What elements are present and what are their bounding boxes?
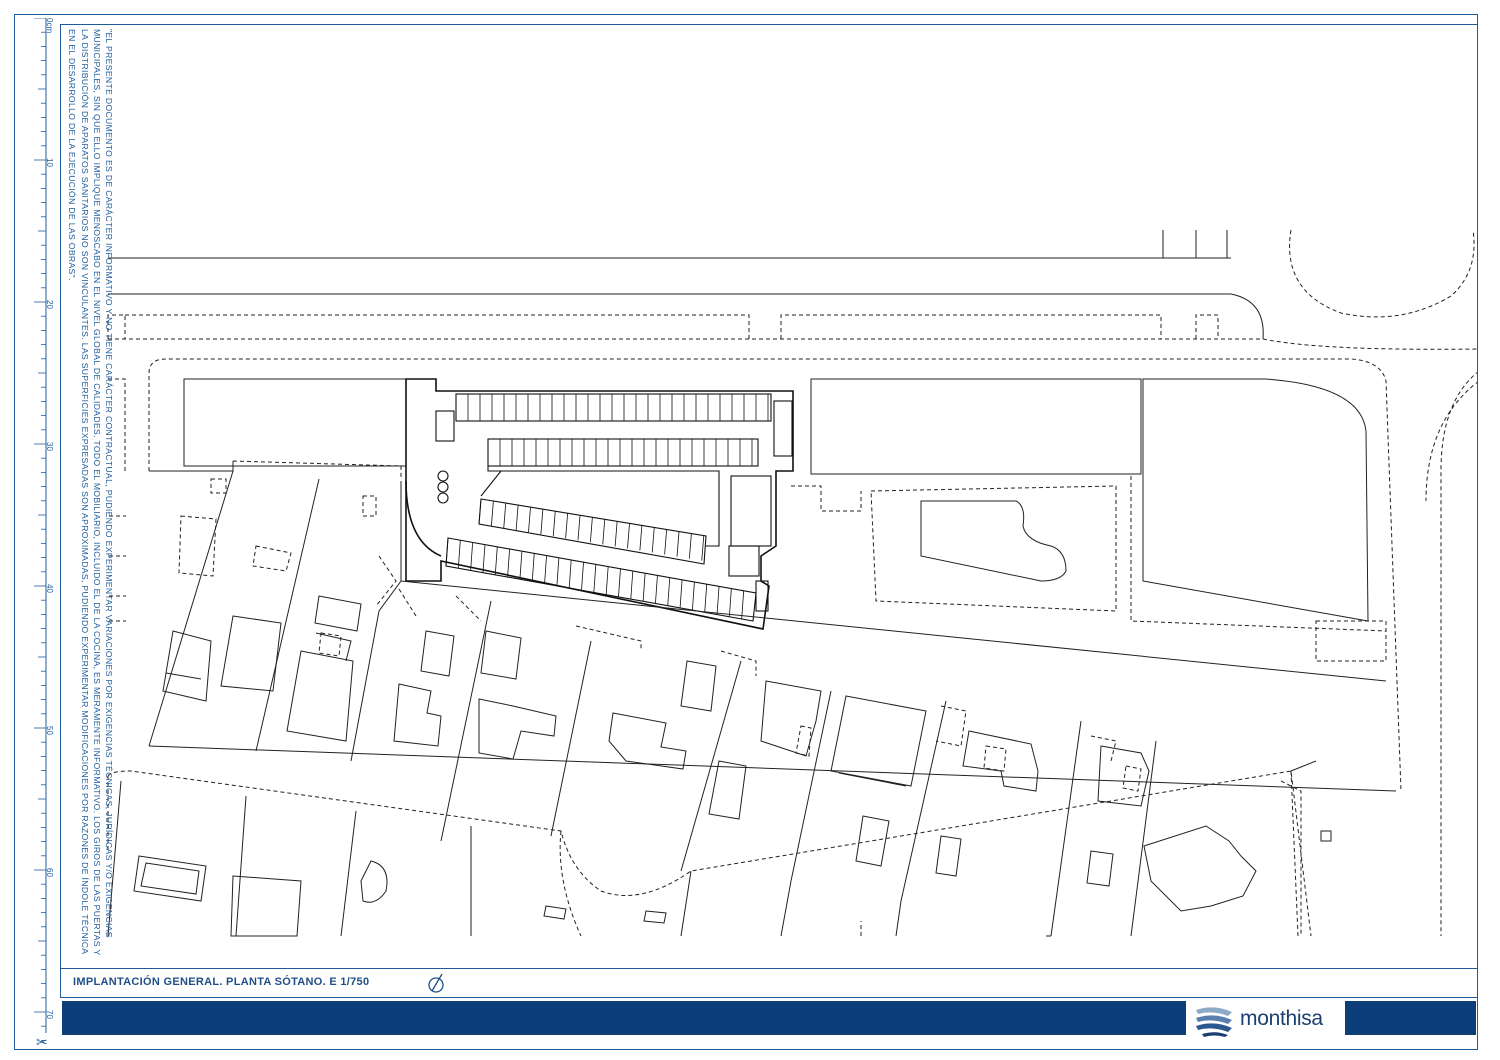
parking-stall-line [676, 531, 680, 557]
parking-stall-line [716, 586, 720, 615]
parking-stall-line [642, 573, 646, 602]
ruler-label-50: 50 [45, 726, 54, 735]
parking-stall-line [528, 507, 531, 533]
parking-stall-line [589, 517, 593, 543]
brand-logo: monthisa [1186, 999, 1345, 1039]
roundabout [1289, 229, 1475, 318]
parking-stall-line [614, 521, 618, 547]
parking-stall-line [482, 544, 486, 573]
parking-stall-line [457, 540, 461, 569]
parking-stall-line [470, 542, 474, 571]
margin-ruler: 0cm 10 20 30 40 50 60 70 [28, 18, 54, 1046]
parking-stall-line [605, 566, 609, 595]
scissors-icon: ✂ [36, 1034, 48, 1050]
neighbor-block-2 [810, 378, 1142, 475]
site-plan [107, 229, 1477, 937]
parking-stall-line [515, 505, 519, 531]
parking-stall-line [552, 511, 556, 537]
parking-stall-line [490, 501, 494, 527]
parking-stall-line [688, 533, 692, 559]
brand-name: monthisa [1240, 1007, 1323, 1030]
parking-stall-line [664, 529, 668, 555]
drawing-title: IMPLANTACIÓN GENERAL. PLANTA SÓTANO. E 1… [73, 976, 370, 988]
parking-stall-line [507, 548, 510, 578]
disclaimer-text: "El presente documento es de carácter in… [67, 29, 114, 956]
parking-stall-line [519, 551, 523, 580]
neighbor-block [183, 378, 407, 467]
parking-stall-line [494, 546, 498, 575]
parking-stall-line [728, 588, 732, 617]
parking-stall-line [618, 568, 621, 597]
parking-stall-line [568, 559, 572, 589]
brand-mark-icon [1196, 1007, 1232, 1037]
ruler-label-40: 40 [45, 584, 54, 593]
footer-band-left [62, 1001, 1186, 1035]
parking-stall-line [577, 515, 581, 541]
sidewalk-segment-2 [780, 314, 1162, 339]
ruler-ticks [34, 18, 47, 1041]
parking-stall-line [544, 555, 547, 584]
parking-stall-line [679, 579, 683, 608]
parking-stall-line [692, 581, 695, 611]
legal-disclaimer: "El presente documento es de carácter in… [63, 29, 115, 965]
basement-building [405, 378, 794, 630]
title-bar: IMPLANTACIÓN GENERAL. PLANTA SÓTANO. E 1… [60, 968, 1478, 998]
parking-stall-line [741, 590, 745, 619]
sidewalk-segment-1 [125, 314, 750, 339]
parking-stall-line [704, 584, 708, 613]
parking-stall-line [540, 509, 544, 535]
parking-stall-line [565, 513, 569, 539]
parking-stall-line [655, 575, 658, 604]
ruler-label-60: 60 [45, 868, 54, 877]
ruler-label-20: 20 [45, 300, 54, 309]
footer-band-right [1345, 1001, 1476, 1035]
park-path [920, 500, 1067, 582]
parking-stall-line [531, 553, 535, 582]
parking-stall-line [651, 527, 655, 553]
parking-stall-line [593, 564, 597, 593]
ruler-label-10: 10 [45, 158, 54, 167]
parking-stall-line [639, 525, 643, 551]
parking-stall-line [503, 503, 507, 529]
ruler-label-30: 30 [45, 442, 54, 451]
parking-stall-line [667, 577, 671, 606]
parking-stall-line [556, 557, 560, 586]
park-parcel [870, 485, 1117, 612]
neighbor-block-3 [1142, 378, 1369, 622]
parking-stall-line [627, 523, 630, 549]
north-arrow-icon [428, 973, 444, 993]
parking-stall-line [602, 519, 606, 545]
parking-stall-line [581, 562, 584, 591]
parking-stall-line [478, 498, 482, 525]
parking-stall-line [630, 570, 634, 600]
drawing-frame: "El presente documento es de carácter in… [60, 24, 1478, 969]
ruler-label-0: 0cm [45, 18, 54, 34]
parking-stall-line [701, 535, 705, 561]
ruler-label-70: 70 [45, 1010, 54, 1019]
